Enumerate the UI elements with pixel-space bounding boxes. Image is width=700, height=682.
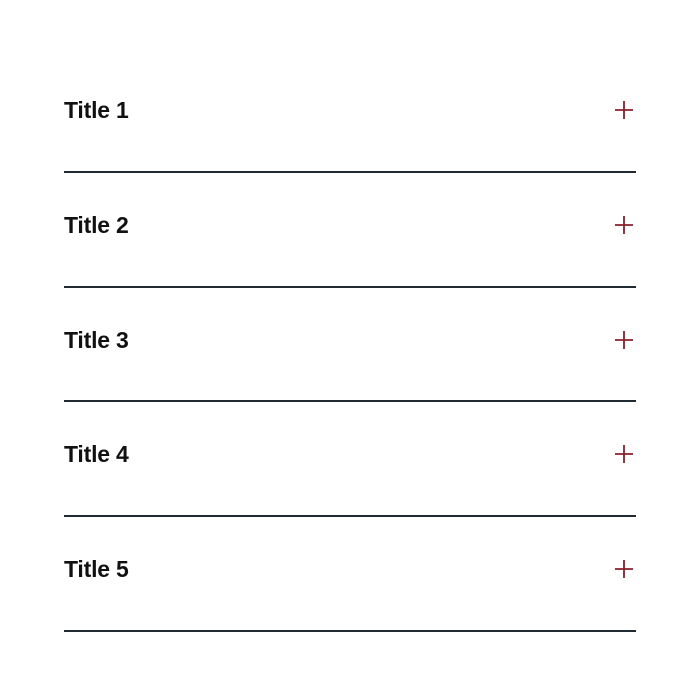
accordion-item-title: Title 5: [64, 556, 129, 582]
plus-icon[interactable]: [614, 215, 634, 235]
accordion-item-title: Title 4: [64, 441, 129, 468]
accordion: Title 1 Title 2 Title 3 Title 4 Title 5: [64, 58, 636, 632]
accordion-item-title: Title 1: [64, 97, 129, 123]
accordion-item-title: Title 3: [64, 326, 129, 353]
plus-icon[interactable]: [614, 559, 634, 579]
accordion-item-2[interactable]: Title 2: [64, 173, 636, 288]
plus-icon[interactable]: [614, 100, 634, 120]
accordion-item-3[interactable]: Title 3: [64, 288, 636, 403]
accordion-item-5[interactable]: Title 5: [64, 517, 636, 632]
plus-icon[interactable]: [614, 330, 634, 350]
accordion-item-title: Title 2: [64, 211, 129, 238]
accordion-item-4[interactable]: Title 4: [64, 402, 636, 517]
plus-icon[interactable]: [614, 444, 634, 464]
accordion-item-1[interactable]: Title 1: [64, 58, 636, 173]
